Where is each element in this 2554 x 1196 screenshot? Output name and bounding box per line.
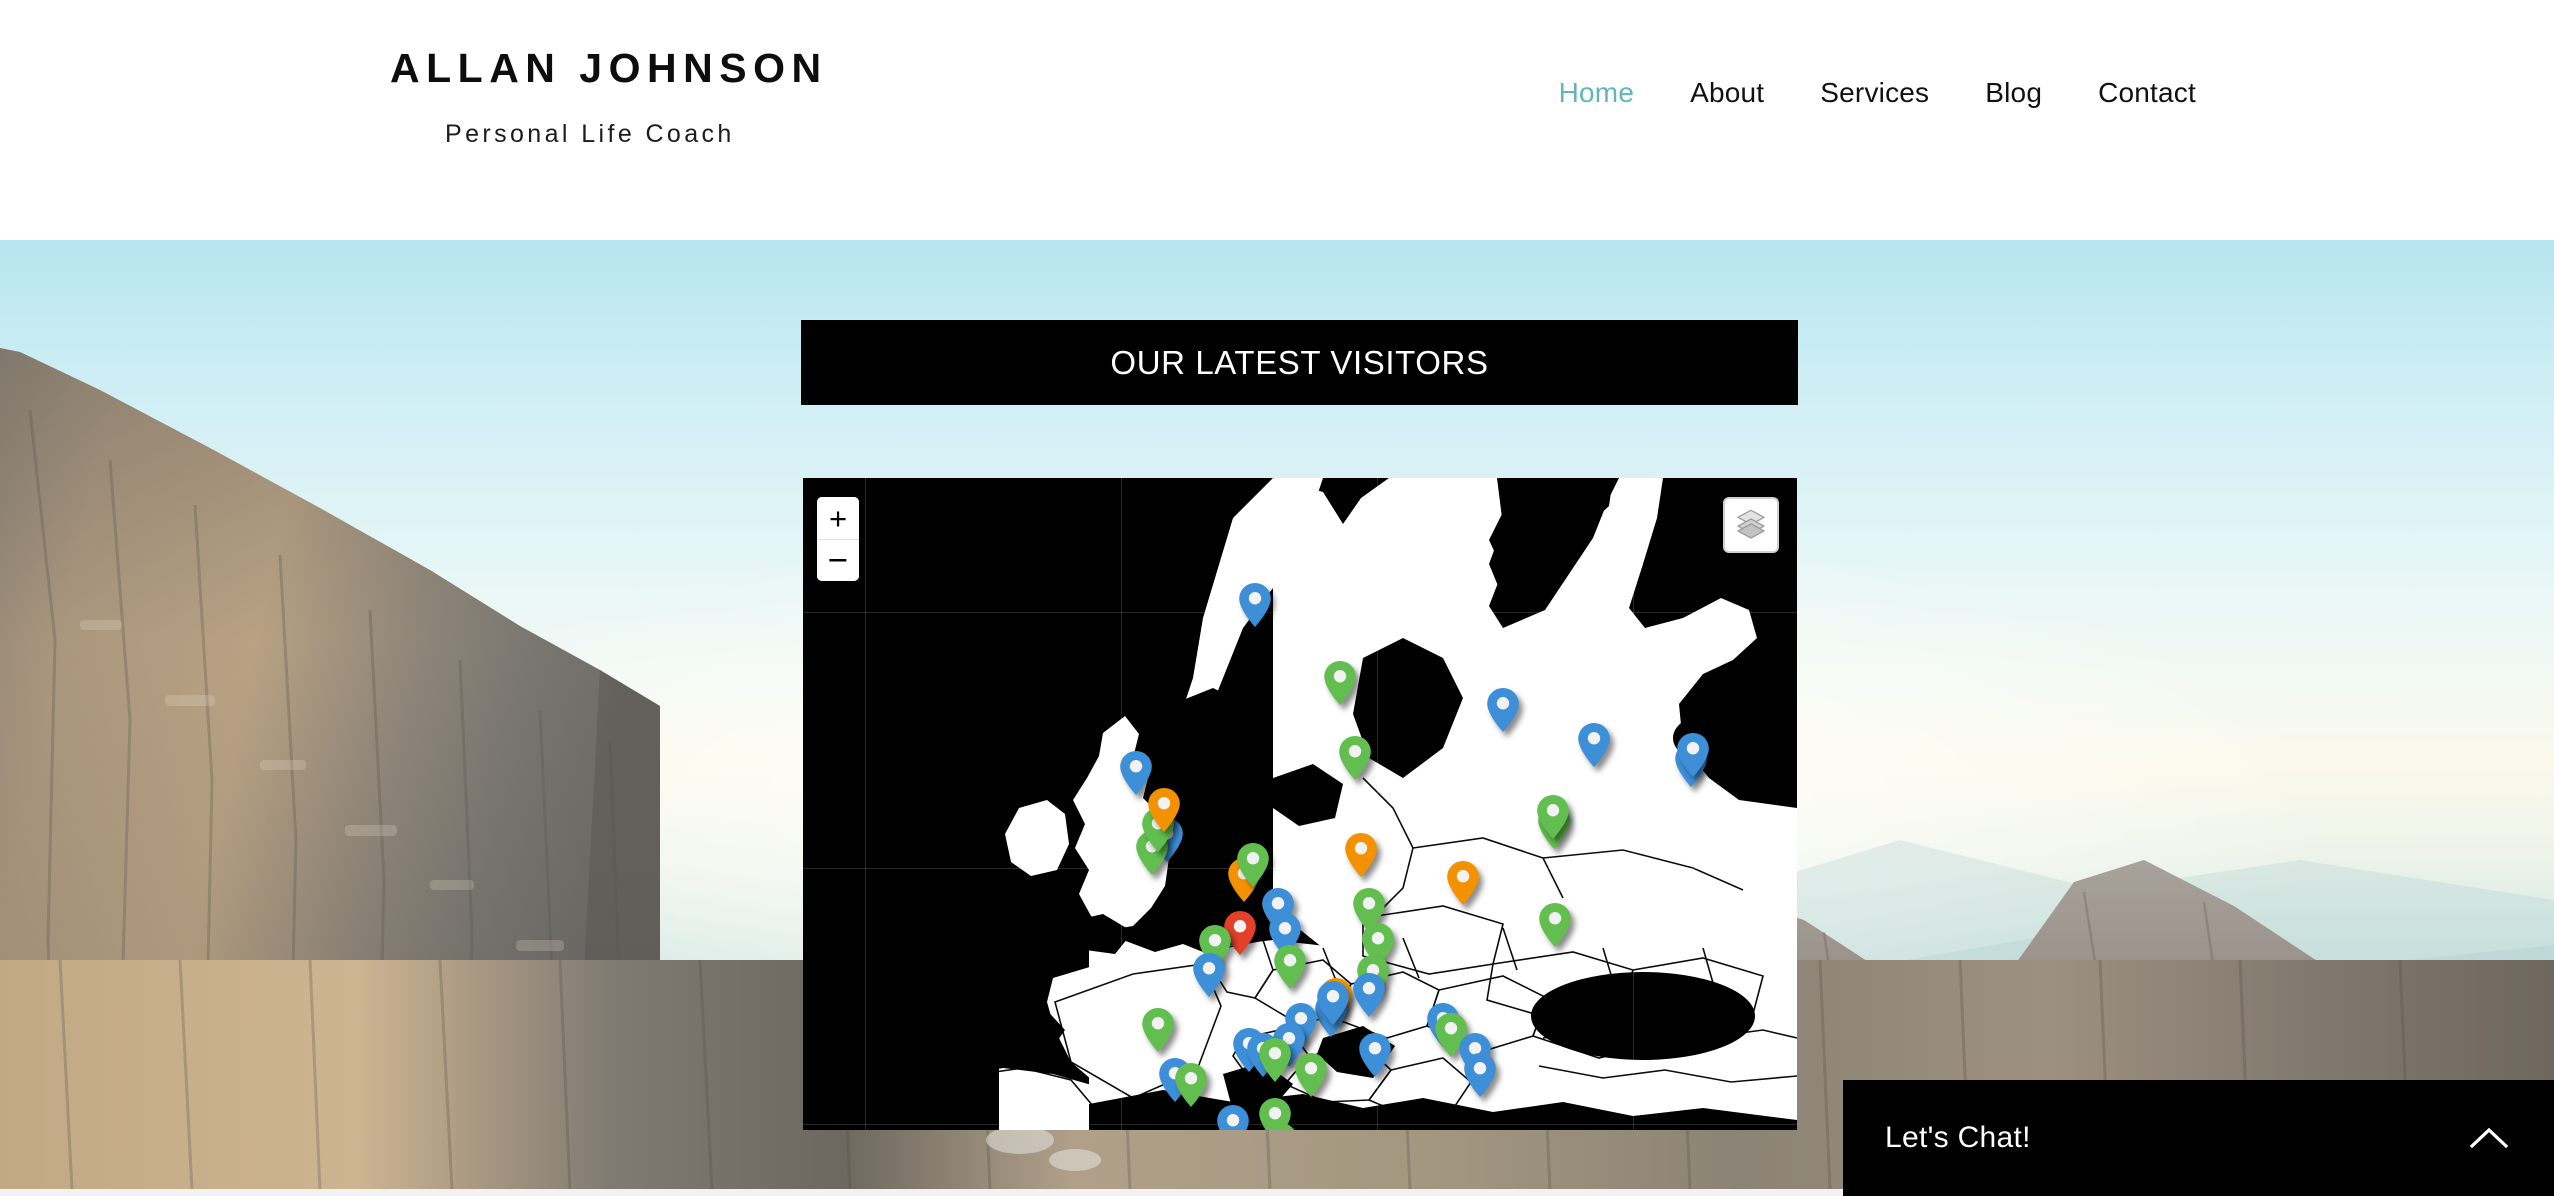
layers-icon	[1734, 506, 1768, 545]
visitors-map[interactable]: + −	[803, 478, 1797, 1130]
map-marker[interactable]	[1294, 1052, 1328, 1098]
map-marker[interactable]	[1273, 944, 1307, 990]
map-marker[interactable]	[1323, 660, 1357, 706]
map-marker[interactable]	[1141, 1007, 1175, 1053]
nav-item-about[interactable]: About	[1662, 79, 1792, 107]
map-zoom-control[interactable]: + −	[817, 497, 859, 581]
map-marker[interactable]	[1192, 952, 1226, 998]
chat-widget-label: Let's Chat!	[1885, 1121, 2031, 1154]
map-marker[interactable]	[1676, 732, 1710, 778]
site-header: ALLAN JOHNSON Personal Life Coach Home A…	[0, 0, 2554, 240]
map-layers-button[interactable]	[1723, 497, 1779, 553]
page-root: ALLAN JOHNSON Personal Life Coach Home A…	[0, 0, 2554, 1196]
map-marker[interactable]	[1316, 980, 1350, 1026]
brand-subtitle: Personal Life Coach	[445, 120, 735, 148]
zoom-out-button[interactable]: −	[817, 539, 859, 581]
map-marker[interactable]	[1264, 1122, 1298, 1130]
map-marker[interactable]	[1338, 735, 1372, 781]
visitors-banner: OUR LATEST VISITORS	[801, 320, 1798, 405]
map-marker[interactable]	[1238, 582, 1272, 628]
zoom-in-button[interactable]: +	[817, 497, 859, 539]
nav-item-home[interactable]: Home	[1531, 79, 1663, 107]
map-marker[interactable]	[1538, 902, 1572, 948]
chat-widget[interactable]: Let's Chat!	[1843, 1080, 2554, 1196]
visitors-banner-title: OUR LATEST VISITORS	[1110, 343, 1489, 381]
map-marker[interactable]	[1446, 860, 1480, 906]
brand-title: ALLAN JOHNSON	[390, 45, 828, 91]
chevron-up-icon[interactable]	[2469, 1125, 2509, 1151]
map-marker[interactable]	[1258, 1037, 1292, 1083]
nav-item-services[interactable]: Services	[1792, 79, 1957, 107]
map-marker[interactable]	[1577, 722, 1611, 768]
map-marker[interactable]	[1236, 842, 1270, 888]
nav-item-contact[interactable]: Contact	[2070, 79, 2224, 107]
map-marker[interactable]	[1486, 687, 1520, 733]
map-marker[interactable]	[1344, 832, 1378, 878]
map-marker[interactable]	[1216, 1104, 1250, 1130]
nav-item-blog[interactable]: Blog	[1957, 79, 2070, 107]
map-marker[interactable]	[1174, 1062, 1208, 1108]
map-marker[interactable]	[1536, 794, 1570, 840]
main-navigation: Home About Services Blog Contact	[1531, 79, 2224, 107]
map-marker[interactable]	[1352, 972, 1386, 1018]
map-marker[interactable]	[1358, 1032, 1392, 1078]
map-marker[interactable]	[1147, 787, 1181, 833]
map-markers	[803, 478, 1797, 1130]
brand[interactable]: ALLAN JOHNSON Personal Life Coach	[390, 48, 828, 147]
map-marker[interactable]	[1463, 1052, 1497, 1098]
